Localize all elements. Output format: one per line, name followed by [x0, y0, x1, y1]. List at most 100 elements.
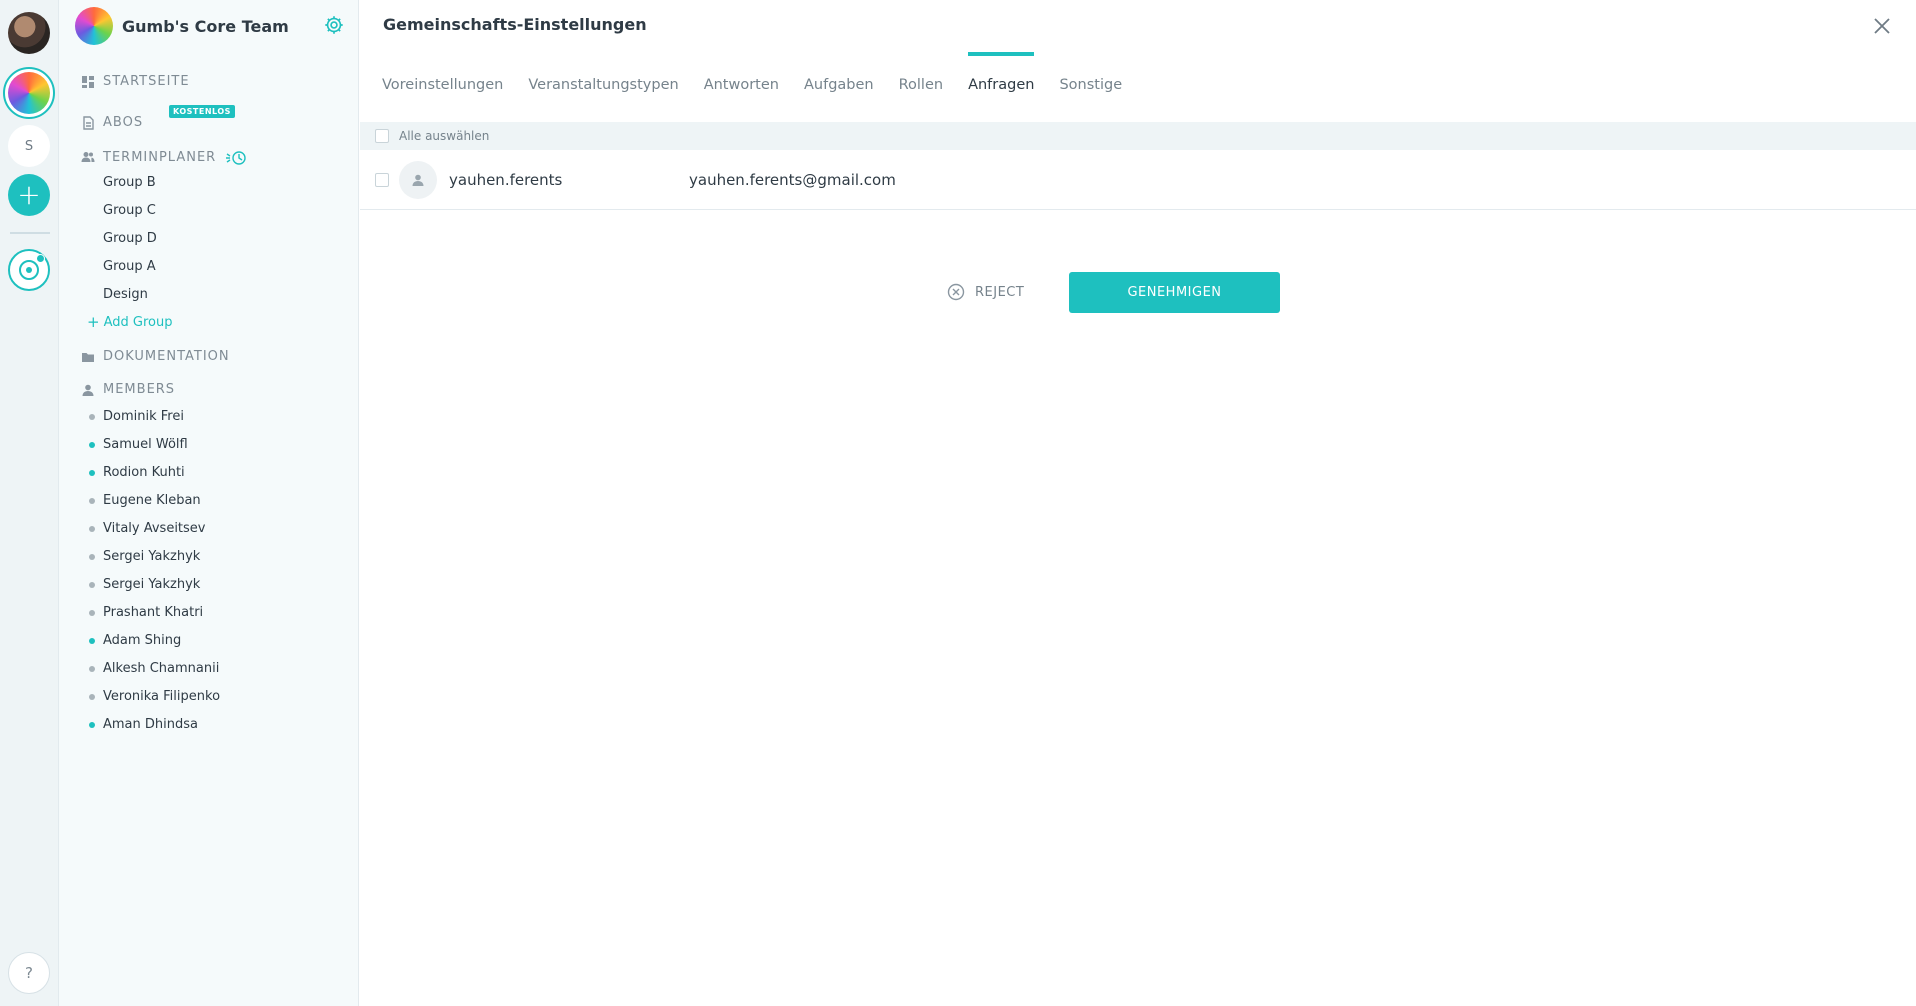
tab-veranstaltungstypen[interactable]: Veranstaltungstypen [528, 52, 678, 100]
plus-icon: + [17, 178, 41, 211]
member-name: Dominik Frei [103, 409, 184, 424]
add-group-label: Add Group [103, 314, 173, 330]
member-name: Sergei Yakzhyk [103, 549, 201, 564]
tab-voreinstellungen[interactable]: Voreinstellungen [382, 52, 503, 100]
status-dot [89, 693, 95, 700]
add-team-button[interactable]: + [8, 174, 50, 216]
group-item[interactable]: Group D [103, 231, 157, 246]
team-switcher-gumbs-core-team[interactable] [3, 67, 55, 119]
member-name: Alkesh Chamnanii [103, 661, 220, 676]
sidebar-item-label: ABOS [103, 115, 144, 130]
member-item[interactable]: Samuel Wölfl [89, 437, 188, 452]
member-name: Rodion Kuhti [103, 465, 185, 480]
request-email: yauhen.ferents@gmail.com [689, 170, 896, 189]
document-icon [83, 115, 94, 130]
tab-antworten[interactable]: Antworten [704, 52, 779, 100]
member-name: Prashant Khatri [103, 605, 204, 620]
settings-panel: Gemeinschafts-Einstellungen Voreinstellu… [360, 0, 1916, 1006]
member-item[interactable]: Dominik Frei [89, 409, 184, 424]
sidebar-item-home[interactable]: STARTSEITE [81, 74, 190, 89]
tab-rollen[interactable]: Rollen [899, 52, 943, 100]
close-icon[interactable] [1870, 14, 1894, 38]
approve-button[interactable]: GENEHMIGEN [1069, 272, 1280, 313]
users-icon [81, 152, 95, 162]
member-name: Aman Dhindsa [103, 717, 198, 732]
status-dot [89, 609, 95, 616]
team-name: Gumb's Core Team [122, 16, 289, 36]
sidebar-item-subscriptions[interactable]: ABOS KOSTENLOS [81, 105, 235, 130]
add-group-button[interactable]: + Add Group [87, 313, 172, 331]
request-username: yauhen.ferents [449, 170, 563, 189]
free-badge: KOSTENLOS [169, 105, 235, 118]
member-item[interactable]: Sergei Yakzhyk [89, 577, 200, 592]
group-item[interactable]: Design [103, 287, 148, 302]
member-name: Vitaly Avseitsev [103, 521, 206, 536]
tab-aufgaben[interactable]: Aufgaben [804, 52, 874, 100]
discover-button[interactable] [8, 249, 50, 291]
status-dot [89, 497, 95, 504]
member-item[interactable]: Eugene Kleban [89, 493, 201, 508]
status-dot [89, 637, 95, 644]
member-name: Samuel Wölfl [103, 437, 188, 452]
person-icon [412, 174, 424, 186]
select-all-bar: Alle auswählen [360, 122, 1916, 150]
member-name: Sergei Yakzhyk [103, 577, 201, 592]
settings-tabs: Voreinstellungen Veranstaltungstypen Ant… [382, 52, 1147, 100]
close-circle-icon [947, 283, 965, 301]
request-checkbox[interactable] [375, 172, 389, 187]
sidebar-item-scheduler[interactable]: TERMINPLANER [81, 148, 250, 166]
status-dot [89, 665, 95, 672]
select-all-checkbox[interactable] [375, 129, 389, 143]
member-name: Adam Shing [103, 633, 182, 648]
group-item[interactable]: Group B [103, 175, 156, 190]
group-item[interactable]: Group C [103, 203, 156, 218]
member-name: Veronika Filipenko [103, 689, 221, 704]
status-dot [89, 441, 95, 448]
person-icon [82, 384, 94, 396]
member-item[interactable]: Sergei Yakzhyk [89, 549, 200, 564]
rail-divider [10, 232, 50, 234]
status-dot [89, 581, 95, 588]
sidebar-item-label: MEMBERS [103, 382, 176, 397]
user-avatar[interactable] [8, 12, 50, 54]
notification-dot [36, 254, 45, 263]
member-name: Eugene Kleban [103, 493, 201, 508]
status-dot [89, 553, 95, 560]
plus-icon: + [87, 313, 100, 331]
reject-label: REJECT [975, 284, 1025, 300]
sidebar-item-members[interactable]: MEMBERS [81, 382, 175, 397]
group-item[interactable]: Group A [103, 259, 156, 274]
dashboard-icon [82, 75, 94, 88]
member-item[interactable]: Alkesh Chamnanii [89, 661, 219, 676]
member-item[interactable]: Prashant Khatri [89, 605, 203, 620]
table-row: yauhen.ferents yauhen.ferents@gmail.com [360, 150, 1916, 210]
member-item[interactable]: Aman Dhindsa [89, 717, 198, 732]
sidebar-item-label: TERMINPLANER [103, 149, 217, 165]
status-dot [89, 721, 95, 728]
team-logo-icon [8, 72, 50, 114]
member-item[interactable]: Rodion Kuhti [89, 465, 185, 480]
member-item[interactable]: Veronika Filipenko [89, 689, 220, 704]
status-dot [89, 413, 95, 420]
member-item[interactable]: Adam Shing [89, 633, 181, 648]
sidebar-item-documentation[interactable]: DOKUMENTATION [81, 349, 230, 364]
sidebar-item-label: DOKUMENTATION [103, 349, 230, 364]
status-dot [89, 525, 95, 532]
team-sidebar: Gumb's Core Team STARTSEITE ABOS KOSTENL… [59, 0, 359, 1006]
target-icon [19, 260, 39, 280]
status-dot [89, 469, 95, 476]
reject-button[interactable]: REJECT [947, 283, 1024, 301]
question-icon: ? [25, 964, 33, 982]
folder-icon [82, 352, 94, 362]
sidebar-item-label: STARTSEITE [103, 74, 190, 89]
team-header: Gumb's Core Team [75, 6, 345, 46]
gear-icon[interactable] [323, 14, 345, 36]
member-item[interactable]: Vitaly Avseitsev [89, 521, 206, 536]
team-switcher-s[interactable]: S [8, 125, 50, 167]
team-letter: S [24, 138, 34, 154]
help-button[interactable]: ? [8, 952, 50, 994]
tab-sonstige[interactable]: Sonstige [1059, 52, 1122, 100]
tab-anfragen[interactable]: Anfragen [968, 52, 1035, 100]
team-logo [75, 7, 113, 45]
page-title: Gemeinschafts-Einstellungen [383, 15, 647, 34]
